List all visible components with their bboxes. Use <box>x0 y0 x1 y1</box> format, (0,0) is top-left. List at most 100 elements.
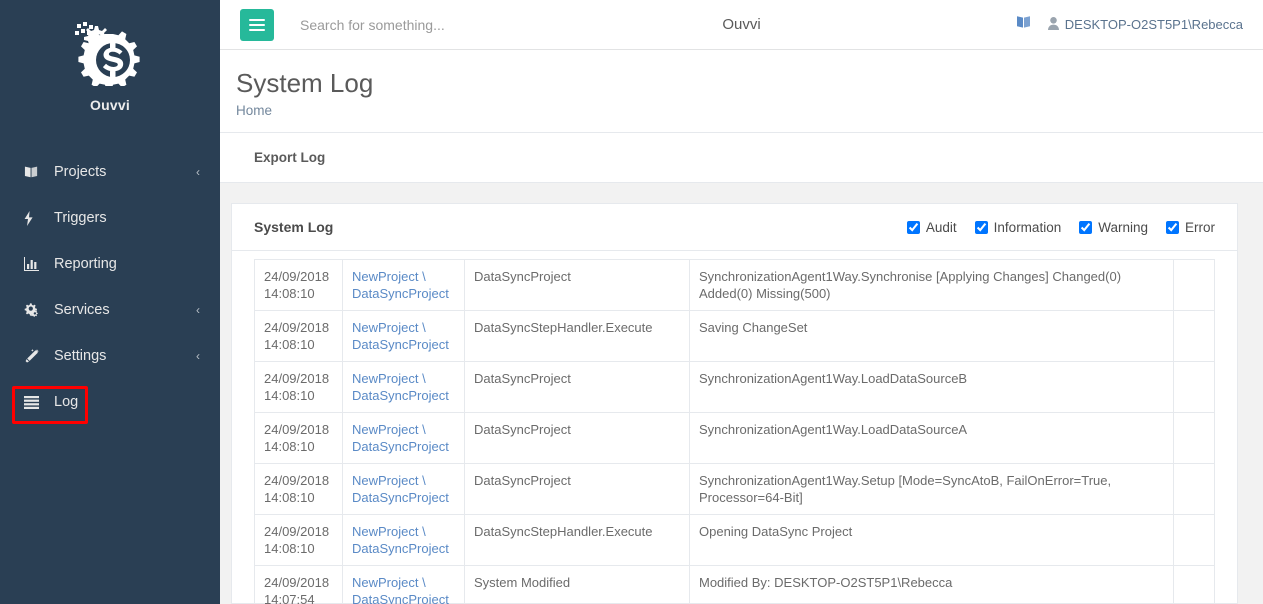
sidebar-item-label: Triggers <box>54 210 107 226</box>
table-row[interactable]: 24/09/2018 14:08:10 NewProject \ DataSyn… <box>254 361 1215 414</box>
cell-project: NewProject \ DataSyncProject <box>342 310 465 363</box>
top-navbar: Ouvvi DESKTOP-O2ST5P1\Rebecca <box>220 0 1263 50</box>
project-link[interactable]: NewProject \ <box>352 472 455 489</box>
log-date: 24/09/2018 <box>264 575 330 591</box>
brand[interactable]: Ouvvi <box>0 0 220 113</box>
log-date: 24/09/2018 <box>264 320 330 336</box>
content-area: System Log Audit Information Warning Err… <box>220 183 1263 604</box>
sidebar-item-settings[interactable]: Settings ‹ <box>0 333 220 379</box>
panel-header: System Log Audit Information Warning Err… <box>232 204 1237 252</box>
book-icon[interactable] <box>1016 15 1032 34</box>
sidebar-nav: Projects ‹ Triggers Reporting Services ‹… <box>0 149 220 425</box>
log-time: 14:08:10 <box>264 286 315 302</box>
filter-warning-label[interactable]: Warning <box>1098 220 1148 235</box>
cell-extra <box>1173 514 1215 567</box>
chevron-left-icon: ‹ <box>196 165 200 179</box>
sidebar-item-services[interactable]: Services ‹ <box>0 287 220 333</box>
user-icon <box>1047 16 1059 33</box>
filter-audit[interactable]: Audit <box>906 220 957 235</box>
project-step-link[interactable]: DataSyncProject <box>352 591 455 604</box>
cell-message: Opening DataSync Project <box>689 514 1174 567</box>
page-title: System Log <box>236 68 374 98</box>
project-link[interactable]: NewProject \ <box>352 319 455 336</box>
filter-information[interactable]: Information <box>974 220 1062 235</box>
log-date: 24/09/2018 <box>264 422 330 438</box>
cell-category: DataSyncProject <box>464 259 690 312</box>
filter-error-checkbox[interactable] <box>1166 220 1179 234</box>
project-link[interactable]: NewProject \ <box>352 574 455 591</box>
sidebar-item-reporting[interactable]: Reporting <box>0 241 220 287</box>
table-row[interactable]: 24/09/2018 14:08:10 NewProject \ DataSyn… <box>254 412 1215 465</box>
log-time: 14:08:10 <box>264 337 315 353</box>
project-step-link[interactable]: DataSyncProject <box>352 387 455 404</box>
user-name: DESKTOP-O2ST5P1\Rebecca <box>1064 17 1243 32</box>
log-table-wrapper: 24/09/2018 14:08:10 NewProject \ DataSyn… <box>232 251 1237 604</box>
cell-category: DataSyncProject <box>464 463 690 516</box>
filter-warning-checkbox[interactable] <box>1079 220 1093 234</box>
cell-datetime: 24/09/2018 14:08:10 <box>254 310 343 363</box>
table-row[interactable]: 24/09/2018 14:08:10 NewProject \ DataSyn… <box>254 310 1215 363</box>
project-step-link[interactable]: DataSyncProject <box>352 540 455 557</box>
project-step-link[interactable]: DataSyncProject <box>352 336 455 353</box>
cell-category: DataSyncProject <box>464 361 690 414</box>
page-header: System Log Home <box>220 50 1263 134</box>
chevron-left-icon: ‹ <box>196 349 200 363</box>
table-row[interactable]: 24/09/2018 14:08:10 NewProject \ DataSyn… <box>254 463 1215 516</box>
cell-category: DataSyncStepHandler.Execute <box>464 514 690 567</box>
sidebar-item-log[interactable]: Log <box>0 379 220 425</box>
filter-information-checkbox[interactable] <box>974 220 988 234</box>
project-step-link[interactable]: DataSyncProject <box>352 438 455 455</box>
cell-datetime: 24/09/2018 14:08:10 <box>254 412 343 465</box>
cell-extra <box>1173 565 1215 604</box>
sidebar: Ouvvi Projects ‹ Triggers Reporting Serv… <box>0 0 220 604</box>
project-step-link[interactable]: DataSyncProject <box>352 285 455 302</box>
user-menu[interactable]: DESKTOP-O2ST5P1\Rebecca <box>1047 16 1243 33</box>
system-log-panel: System Log Audit Information Warning Err… <box>231 203 1238 604</box>
sidebar-item-projects[interactable]: Projects ‹ <box>0 149 220 195</box>
cell-project: NewProject \ DataSyncProject <box>342 412 465 465</box>
filter-warning[interactable]: Warning <box>1079 220 1148 235</box>
cell-datetime: 24/09/2018 14:08:10 <box>254 514 343 567</box>
cell-project: NewProject \ DataSyncProject <box>342 565 465 604</box>
log-date: 24/09/2018 <box>264 269 330 285</box>
project-step-link[interactable]: DataSyncProject <box>352 489 455 506</box>
cell-datetime: 24/09/2018 14:08:10 <box>254 361 343 414</box>
sidebar-item-label: Projects <box>54 164 107 180</box>
log-time: 14:08:10 <box>264 541 315 557</box>
magic-wand-icon <box>24 348 44 364</box>
log-table-body: 24/09/2018 14:08:10 NewProject \ DataSyn… <box>254 259 1215 604</box>
table-row[interactable]: 24/09/2018 14:07:54 NewProject \ DataSyn… <box>254 565 1215 604</box>
cell-extra <box>1173 310 1215 363</box>
breadcrumb[interactable]: Home <box>236 103 1263 118</box>
log-time: 14:08:10 <box>264 439 315 455</box>
filter-audit-checkbox[interactable] <box>906 220 920 234</box>
hamburger-icon[interactable] <box>240 8 274 41</box>
topbar-right: DESKTOP-O2ST5P1\Rebecca <box>1016 15 1243 34</box>
log-time: 14:07:54 <box>264 592 315 604</box>
log-level-filters: Audit Information Warning Error <box>906 220 1215 235</box>
cell-category: DataSyncStepHandler.Execute <box>464 310 690 363</box>
project-link[interactable]: NewProject \ <box>352 268 455 285</box>
page-toolbar: Export Log <box>220 133 1263 184</box>
filter-error[interactable]: Error <box>1166 220 1215 235</box>
project-link[interactable]: NewProject \ <box>352 370 455 387</box>
filter-audit-label[interactable]: Audit <box>926 220 957 235</box>
sidebar-item-label: Settings <box>54 348 107 364</box>
filter-error-label[interactable]: Error <box>1185 220 1215 235</box>
filter-information-label[interactable]: Information <box>994 220 1062 235</box>
export-log-button[interactable]: Export Log <box>254 150 325 165</box>
project-link[interactable]: NewProject \ <box>352 421 455 438</box>
sidebar-item-triggers[interactable]: Triggers <box>0 195 220 241</box>
table-row[interactable]: 24/09/2018 14:08:10 NewProject \ DataSyn… <box>254 259 1215 312</box>
cell-extra <box>1173 259 1215 312</box>
cell-message: Modified By: DESKTOP-O2ST5P1\Rebecca <box>689 565 1174 604</box>
table-row[interactable]: 24/09/2018 14:08:10 NewProject \ DataSyn… <box>254 514 1215 567</box>
log-date: 24/09/2018 <box>264 371 330 387</box>
log-date: 24/09/2018 <box>264 524 330 540</box>
project-link[interactable]: NewProject \ <box>352 523 455 540</box>
chevron-left-icon: ‹ <box>196 303 200 317</box>
cell-message: SynchronizationAgent1Way.LoadDataSourceA <box>689 412 1174 465</box>
cell-project: NewProject \ DataSyncProject <box>342 259 465 312</box>
panel-title: System Log <box>254 219 334 236</box>
search-input[interactable] <box>298 15 598 34</box>
